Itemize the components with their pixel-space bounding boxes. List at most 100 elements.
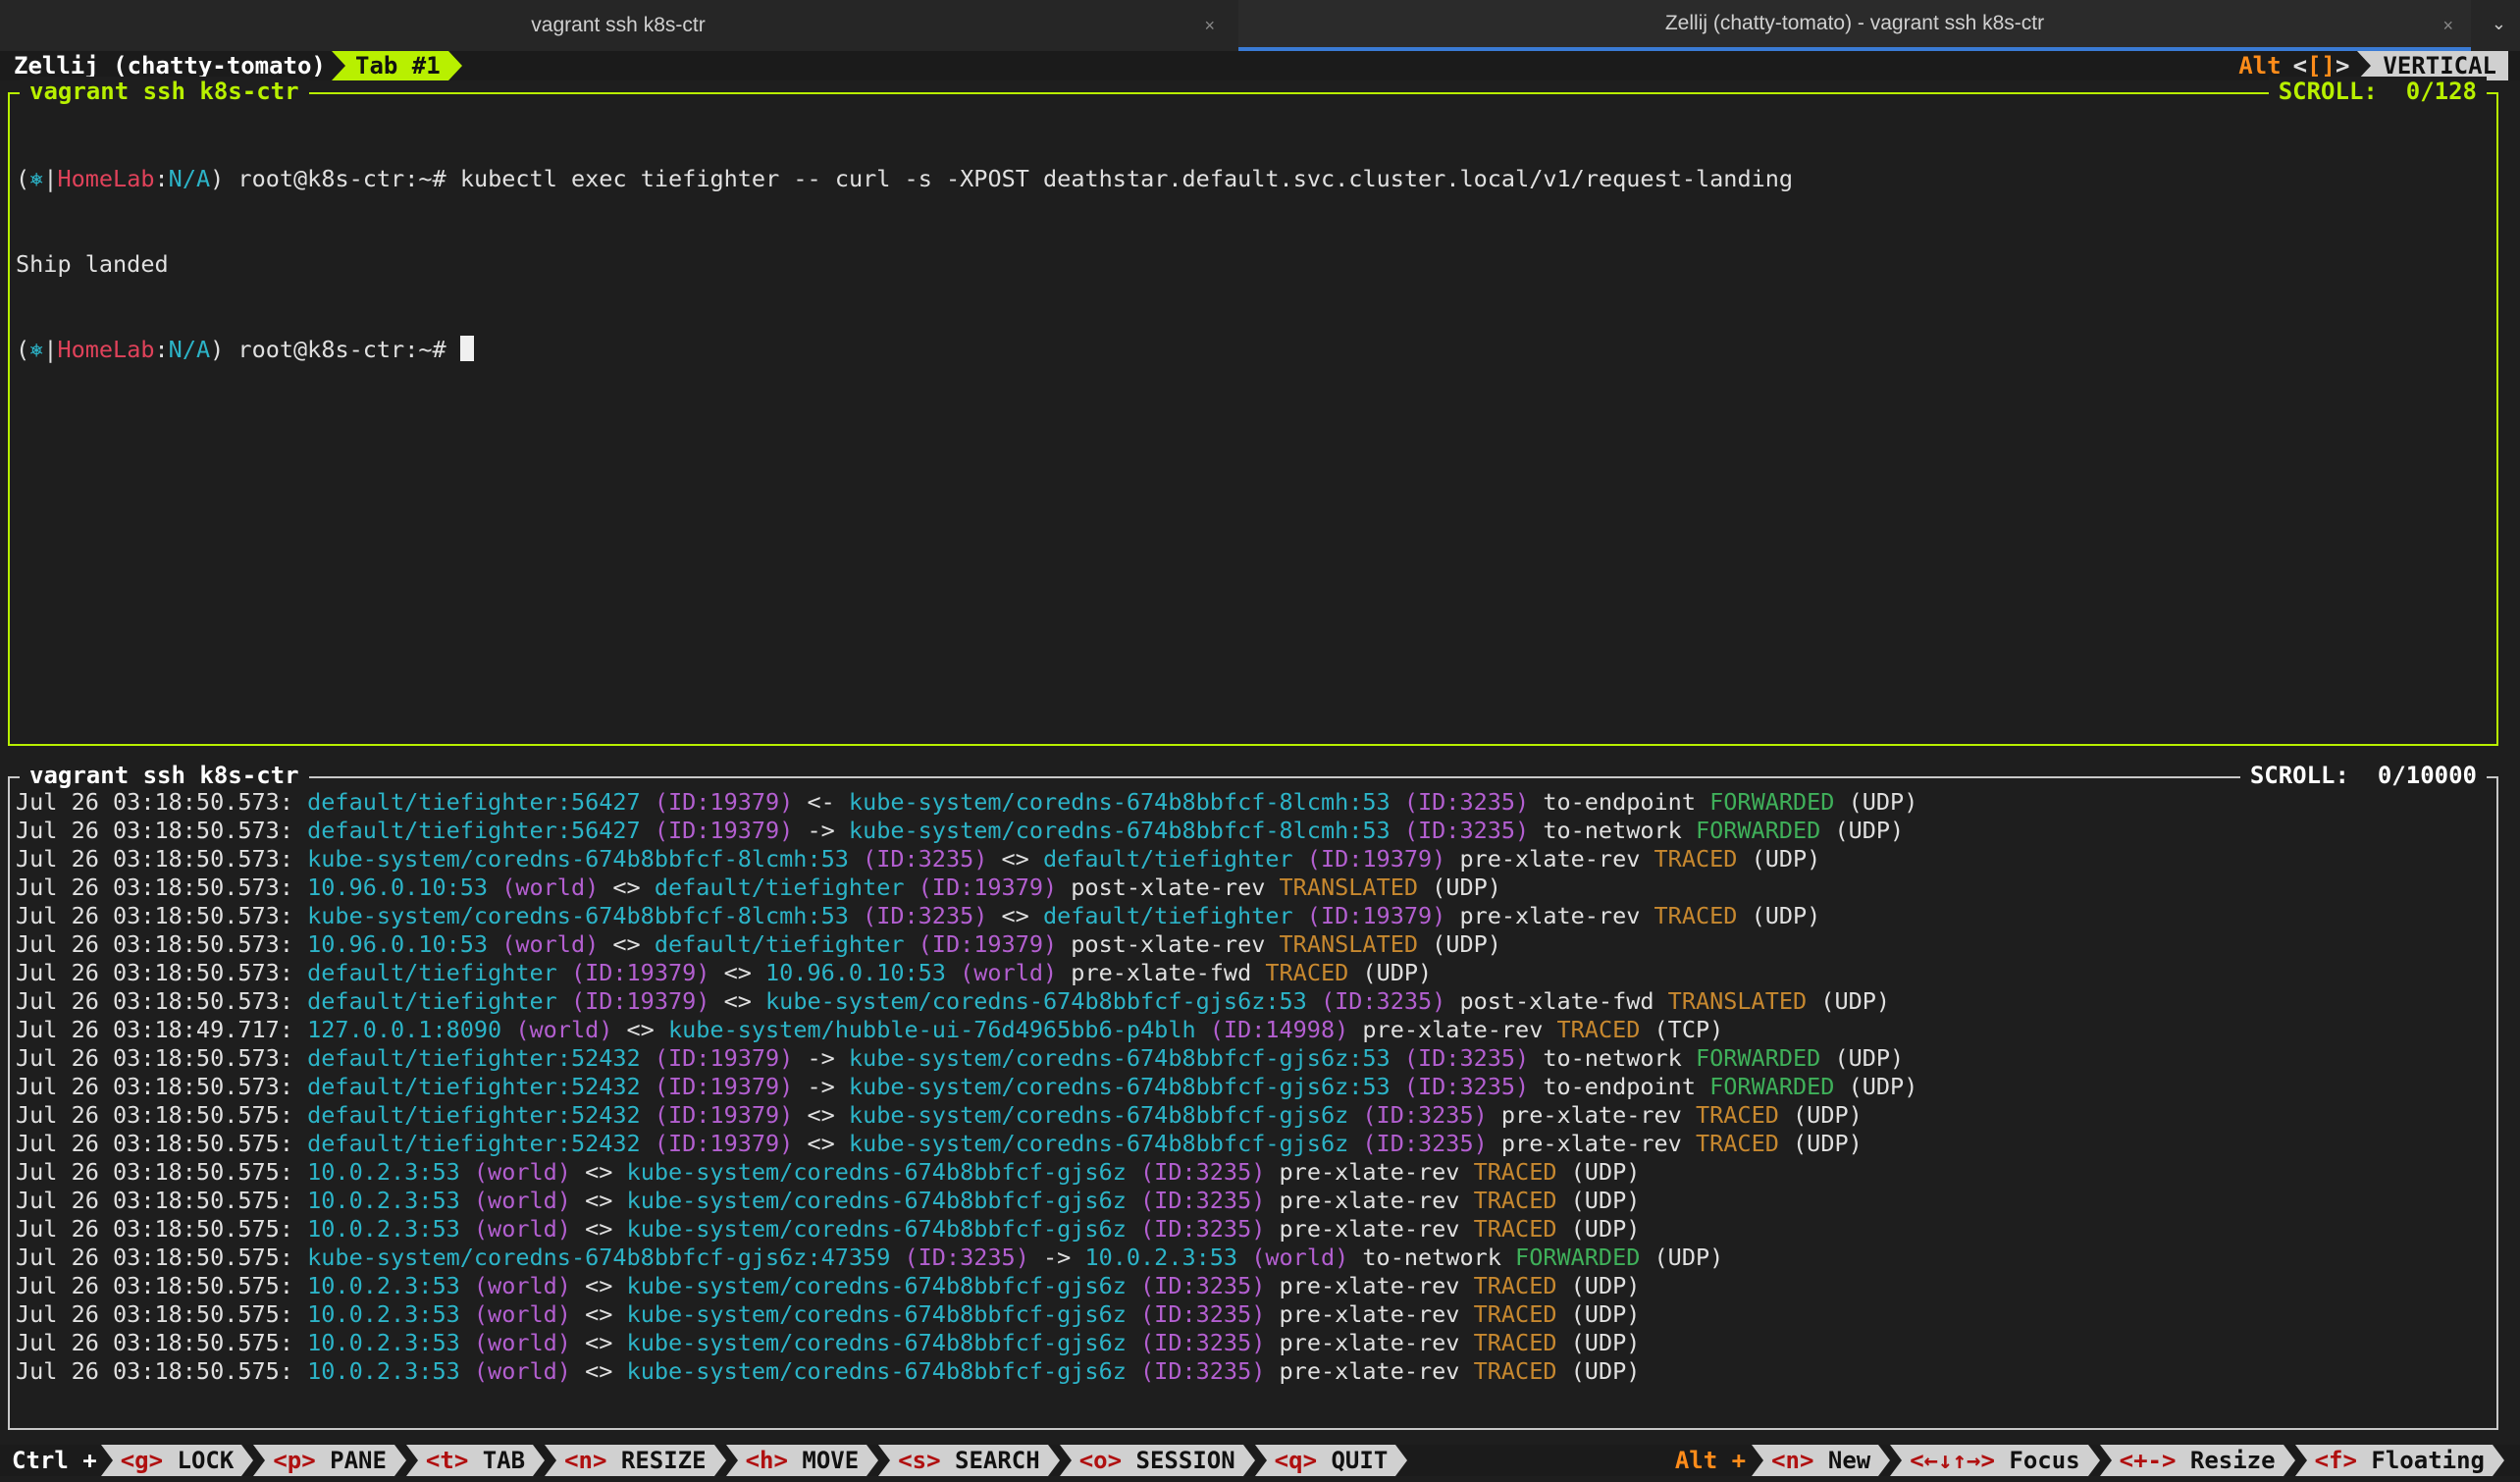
log-segment: <> xyxy=(793,1130,849,1157)
ctrl-shortcut-search[interactable]: <s> SEARCH xyxy=(878,1445,1060,1476)
command-output: Ship landed xyxy=(16,250,169,278)
ctrl-shortcut-resize[interactable]: <n> RESIZE xyxy=(545,1445,726,1476)
prompt-line[interactable]: (⎈|HomeLab:N/A) root@k8s-ctr:~# xyxy=(16,336,1793,364)
terminal-output[interactable]: (⎈|HomeLab:N/A) root@k8s-ctr:~# kubectl … xyxy=(16,108,1793,421)
log-segment: kube-system/coredns-674b8bbfcf-gjs6z xyxy=(626,1329,1127,1356)
log-segment: 10.0.2.3:53 xyxy=(307,1329,460,1356)
ctrl-shortcut-tab[interactable]: <t> TAB xyxy=(405,1445,546,1476)
log-segment: TRACED xyxy=(1473,1272,1557,1299)
ctrl-shortcut-session[interactable]: <o> SESSION xyxy=(1059,1445,1255,1476)
log-segment: to-network xyxy=(1348,1244,1516,1271)
shortcut-label: MOVE xyxy=(787,1447,860,1474)
alt-shortcut-resize[interactable]: <+-> Resize xyxy=(2099,1445,2295,1476)
shortcut-key: <s> xyxy=(898,1447,941,1474)
window-tab-1[interactable]: vagrant ssh k8s-ctr × xyxy=(0,0,1236,51)
log-segment: TRACED xyxy=(1654,845,1738,873)
log-segment: (UDP) xyxy=(1348,959,1433,986)
log-segment: <> xyxy=(570,1300,627,1328)
log-line: Jul 26 03:18:50.573: kube-system/coredns… xyxy=(16,845,1917,873)
shortcut-label: Resize xyxy=(2176,1447,2276,1474)
log-segment: kube-system/coredns-674b8bbfcf-gjs6z xyxy=(626,1300,1127,1328)
log-segment: <> xyxy=(612,1016,668,1043)
log-segment: (ID:14998) xyxy=(1195,1016,1349,1043)
log-segment: (ID:19379) xyxy=(1292,902,1446,929)
log-segment: pre-xlate-rev xyxy=(1265,1158,1474,1186)
alt-shortcut-floating[interactable]: <f> Floating xyxy=(2294,1445,2504,1476)
log-line: Jul 26 03:18:50.575: 10.0.2.3:53 (world)… xyxy=(16,1329,1917,1357)
log-segment: TRACED xyxy=(1473,1187,1557,1214)
log-segment: (ID:19379) xyxy=(640,817,794,844)
log-segment: (ID:3235) xyxy=(848,902,988,929)
log-segment: <> xyxy=(570,1329,627,1356)
alt-shortcut-new[interactable]: <n> New xyxy=(1752,1445,1891,1476)
log-segment: (world) xyxy=(488,930,600,958)
log-segment: default/tiefighter xyxy=(654,873,905,901)
prompt-paren: ) xyxy=(210,336,225,363)
shortcut-key: <p> xyxy=(273,1447,316,1474)
log-line: Jul 26 03:18:50.573: 10.96.0.10:53 (worl… xyxy=(16,930,1917,959)
log-segment: (ID:3235) xyxy=(1390,1073,1530,1100)
prompt-cluster: HomeLab xyxy=(57,165,155,192)
log-line: Jul 26 03:18:50.575: 10.0.2.3:53 (world)… xyxy=(16,1357,1917,1386)
terminal-pane-bottom[interactable]: vagrant ssh k8s-ctr SCROLL: 0/10000 Jul … xyxy=(8,761,2498,1430)
log-segment: FORWARDED xyxy=(1515,1244,1641,1271)
log-segment: kube-system/coredns-674b8bbfcf-gjs6z xyxy=(626,1187,1127,1214)
tab-1[interactable]: Tab #1 xyxy=(332,51,462,80)
log-segment: default/tiefighter:56427 xyxy=(307,817,641,844)
window-tab-2[interactable]: Zellij (chatty-tomato) - vagrant ssh k8s… xyxy=(1238,0,2471,51)
log-segment: Jul 26 03:18:50.573: xyxy=(16,788,308,816)
ctrl-shortcut-move[interactable]: <h> MOVE xyxy=(725,1445,879,1476)
close-icon[interactable]: × xyxy=(2442,16,2453,36)
window-tab-2-title: Zellij (chatty-tomato) - vagrant ssh k8s… xyxy=(1664,12,2045,34)
log-segment: TRACED xyxy=(1473,1158,1557,1186)
pill-arrow-in xyxy=(725,1445,738,1476)
ctrl-shortcut-lock[interactable]: <g> LOCK xyxy=(100,1445,254,1476)
log-segment: (UDP) xyxy=(1820,1044,1905,1072)
log-segment: (ID:3235) xyxy=(1390,788,1530,816)
pill-arrow-out xyxy=(866,1445,879,1476)
log-segment: <> xyxy=(793,1101,849,1129)
log-line: Jul 26 03:18:50.573: default/tiefighter … xyxy=(16,987,1917,1016)
log-segment: -> xyxy=(793,1073,849,1100)
log-segment: post-xlate-rev xyxy=(1057,930,1280,958)
log-segment: to-endpoint xyxy=(1529,788,1710,816)
pill-arrow-out xyxy=(533,1445,546,1476)
shortcut-key: <n> xyxy=(1771,1447,1814,1474)
chevron-down-icon[interactable]: ⌄ xyxy=(2492,14,2506,34)
log-segment: default/tiefighter:52432 xyxy=(307,1044,641,1072)
shortcut-key: <+-> xyxy=(2119,1447,2177,1474)
log-segment: Jul 26 03:18:50.573: xyxy=(16,987,308,1015)
log-segment: TRACED xyxy=(1473,1215,1557,1243)
text-cursor xyxy=(459,336,474,361)
log-segment: <> xyxy=(599,873,655,901)
alt-shortcut-focus[interactable]: <←↓↑→> Focus xyxy=(1890,1445,2100,1476)
log-segment: (UDP) xyxy=(1556,1272,1641,1299)
log-segment: (ID:19379) xyxy=(640,1130,794,1157)
pill-arrow-out xyxy=(1242,1445,1255,1476)
log-segment: Jul 26 03:18:50.575: xyxy=(16,1158,308,1186)
ctrl-shortcut-pane[interactable]: <p> PANE xyxy=(253,1445,406,1476)
log-segment: (TCP) xyxy=(1640,1016,1724,1043)
shortcut-pill: <o> SESSION xyxy=(1071,1445,1243,1476)
log-segment: pre-xlate-rev xyxy=(1445,845,1654,873)
hubble-observe-output[interactable]: Jul 26 03:18:50.573: default/tiefighter:… xyxy=(16,788,1917,1386)
log-segment: (UDP) xyxy=(1820,817,1905,844)
log-segment: Jul 26 03:18:50.573: xyxy=(16,1073,308,1100)
log-segment: Jul 26 03:18:50.575: xyxy=(16,1272,308,1299)
log-segment: FORWARDED xyxy=(1695,1044,1821,1072)
log-segment: 10.0.2.3:53 xyxy=(307,1158,460,1186)
log-segment: -> xyxy=(793,817,849,844)
ctrl-shortcut-quit[interactable]: <q> QUIT xyxy=(1254,1445,1408,1476)
log-segment: 10.0.2.3:53 xyxy=(307,1272,460,1299)
log-segment: Jul 26 03:18:49.717: xyxy=(16,1016,308,1043)
prompt-paren: ( xyxy=(16,336,30,363)
prompt-colon: : xyxy=(154,336,169,363)
log-segment: kube-system/coredns-674b8bbfcf-gjs6z xyxy=(626,1215,1127,1243)
log-segment: to-endpoint xyxy=(1529,1073,1710,1100)
prompt-user: root@k8s-ctr:~# xyxy=(224,165,460,192)
log-segment: pre-xlate-rev xyxy=(1265,1187,1474,1214)
log-segment: (UDP) xyxy=(1556,1300,1641,1328)
log-segment: TRACED xyxy=(1556,1016,1641,1043)
close-icon[interactable]: × xyxy=(1204,16,1215,36)
terminal-pane-top[interactable]: vagrant ssh k8s-ctr SCROLL: 0/128 (⎈|Hom… xyxy=(8,77,2498,746)
